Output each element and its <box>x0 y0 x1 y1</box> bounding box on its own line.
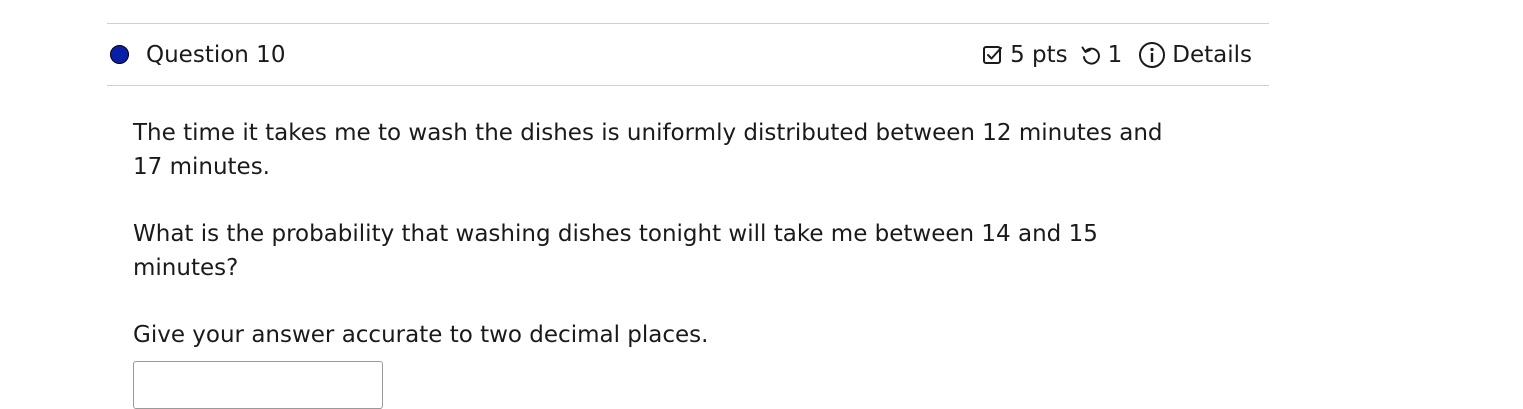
undo-icon <box>1080 44 1102 66</box>
answer-input[interactable] <box>133 361 383 409</box>
question-body: The time it takes me to wash the dishes … <box>107 86 1183 409</box>
question-card: Question 10 5 pts 1 Details The time it … <box>107 23 1269 409</box>
question-text-prompt: What is the probability that washing dis… <box>133 221 1098 281</box>
question-header-left: Question 10 <box>107 42 285 68</box>
checkbox-icon <box>982 44 1004 66</box>
details-button[interactable]: Details <box>1138 41 1252 69</box>
info-icon <box>1138 41 1166 69</box>
attempts-value: 1 <box>1107 41 1123 68</box>
question-text-instructions: Give your answer accurate to two decimal… <box>133 322 709 348</box>
question-title: Question 10 <box>146 41 286 68</box>
points-info: 5 pts <box>982 42 1080 68</box>
question-header: Question 10 5 pts 1 Details <box>107 23 1269 86</box>
status-dot-icon <box>110 45 129 64</box>
question-meta: 5 pts 1 Details <box>982 41 1269 69</box>
details-label[interactable]: Details <box>1172 42 1252 68</box>
attempts-info: 1 <box>1080 42 1139 68</box>
question-text-distribution: The time it takes me to wash the dishes … <box>133 120 1163 180</box>
points-value: 5 pts <box>1010 41 1068 68</box>
